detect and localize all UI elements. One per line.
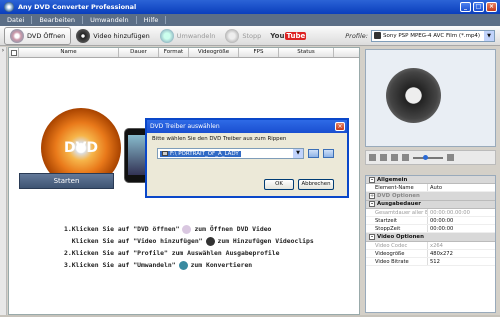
property-row[interactable]: Element-Name Auto: [366, 184, 495, 193]
menu-umwandeln[interactable]: Umwandeln: [83, 16, 137, 24]
convert-button[interactable]: Umwandeln: [155, 27, 221, 45]
col-name[interactable]: Name: [19, 48, 119, 57]
fullscreen-icon[interactable]: [447, 154, 454, 161]
player-controls: [365, 150, 496, 165]
section-dvd-options[interactable]: + DVD Optionen: [366, 192, 495, 201]
section-allgemein[interactable]: - Allgemein: [366, 176, 495, 185]
profile-select[interactable]: Sony PSP MPEG-4 AVC Film (*.mp4) ▼: [371, 29, 495, 42]
window-title: Any DVD Converter Professional: [18, 3, 137, 11]
drive-select[interactable]: F:\ PORTRAIT_OF_A_LADY ▼: [157, 148, 304, 159]
menu-bar: Datei Bearbeiten Umwandeln Hilfe: [0, 14, 500, 26]
toolbar: DVD Öffnen Video hinzufügen Umwandeln St…: [0, 26, 500, 46]
column-header: Name Dauer Format Videogröße FPS Status: [9, 48, 359, 58]
dialog-title: DVD Treiber auswählen ×: [147, 120, 347, 133]
play-icon[interactable]: [369, 154, 376, 161]
select-all-checkbox[interactable]: [9, 48, 19, 57]
cancel-button[interactable]: Abbrechen: [298, 179, 334, 190]
dialog-message: Bitte wählen Sie den DVD Treiber aus zum…: [152, 136, 287, 142]
section-video-options[interactable]: - Video Optionen: [366, 233, 495, 242]
youtube-button[interactable]: You Tube: [270, 31, 307, 40]
title-bar: Any DVD Converter Professional _ □ ×: [0, 0, 500, 14]
snapshot-icon[interactable]: [402, 154, 409, 161]
film-reel-icon: [386, 68, 441, 123]
minimize-button[interactable]: _: [460, 2, 471, 12]
eject-icon[interactable]: [323, 149, 334, 158]
psp-icon: [374, 32, 381, 39]
instruction-step: Klicken Sie auf "Video hinzufügen" zum Hi…: [64, 236, 314, 246]
stop-icon: [225, 28, 240, 43]
chevron-down-icon[interactable]: ▼: [293, 149, 303, 158]
dvd-driver-dialog: DVD Treiber auswählen × Bitte wählen Sie…: [145, 118, 349, 198]
stop-button[interactable]: Stopp: [220, 27, 266, 45]
preview-player: [365, 49, 496, 147]
maximize-button[interactable]: □: [473, 2, 484, 12]
chevron-down-icon[interactable]: ▼: [484, 30, 494, 41]
menu-datei[interactable]: Datei: [0, 16, 33, 24]
profile-label: Profile:: [345, 31, 368, 40]
open-folder-icon[interactable]: [308, 149, 319, 158]
property-row[interactable]: Videogröße 480x272: [366, 249, 495, 258]
stop-icon[interactable]: [380, 154, 387, 161]
section-output-duration[interactable]: - Ausgabedauer: [366, 200, 495, 209]
left-panel-toggle[interactable]: ›: [0, 47, 7, 315]
film-reel-icon: [76, 28, 91, 43]
properties-panel: - Allgemein Element-Name Auto + DVD Optione…: [365, 175, 496, 313]
convert-icon: [178, 260, 188, 270]
property-row[interactable]: Gesamtdauer aller El...00:00:00.00:00: [366, 208, 495, 217]
volume-slider[interactable]: [413, 154, 443, 160]
drive-icon: [162, 151, 168, 156]
dvd-icon: [10, 28, 24, 43]
property-row[interactable]: StoppZeit 00:00:00: [366, 225, 495, 234]
dvd-open-button[interactable]: DVD Öffnen: [4, 26, 72, 45]
menu-bearbeiten[interactable]: Bearbeiten: [32, 16, 84, 24]
close-icon[interactable]: ×: [335, 122, 345, 131]
col-fps[interactable]: FPS: [239, 48, 279, 57]
instruction-step: 1.Klicken Sie auf "DVD öffnen" zum Öffnen…: [64, 224, 272, 234]
col-format[interactable]: Format: [159, 48, 189, 57]
convert-icon: [159, 28, 174, 43]
col-dauer[interactable]: Dauer: [119, 48, 159, 57]
ok-button[interactable]: OK: [264, 179, 294, 190]
film-reel-icon: [205, 236, 215, 246]
menu-hilfe[interactable]: Hilfe: [137, 16, 167, 24]
app-icon: [4, 2, 14, 12]
property-row[interactable]: Video Bitrate 512: [366, 257, 495, 267]
right-panel: - Allgemein Element-Name Auto + DVD Optione…: [362, 47, 498, 315]
instruction-step: 3.Klicken Sie auf "Umwandeln" zum Konvert…: [64, 260, 253, 270]
property-row[interactable]: Startzeit 00:00:00: [366, 216, 495, 226]
close-button[interactable]: ×: [486, 2, 497, 12]
instructions: 1.Klicken Sie auf "DVD öffnen" zum Öffnen…: [64, 223, 314, 271]
prev-icon[interactable]: [391, 154, 398, 161]
add-video-button[interactable]: Video hinzufügen: [71, 27, 155, 45]
col-status[interactable]: Status: [279, 48, 334, 57]
property-row[interactable]: Video Codec x264: [366, 241, 495, 250]
dvd-icon: [182, 224, 192, 234]
start-button[interactable]: Starten: [19, 173, 114, 189]
instruction-step: 2.Klicken Sie auf "Profile" zum Auswähle…: [64, 249, 280, 257]
col-videosize[interactable]: Videogröße: [189, 48, 239, 57]
